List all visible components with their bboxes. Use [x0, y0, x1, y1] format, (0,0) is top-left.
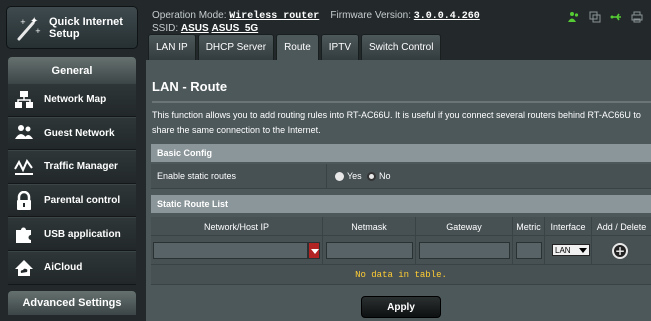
gateway-input[interactable]: [419, 242, 510, 259]
metric-cell: [513, 236, 545, 265]
tab-iptv[interactable]: IPTV: [320, 34, 359, 60]
tab-lan-ip[interactable]: LAN IP: [148, 34, 196, 60]
traffic-manager-icon: [13, 156, 35, 178]
tab-route[interactable]: Route: [276, 34, 319, 60]
lock-icon: [13, 190, 35, 212]
page-title: LAN - Route: [152, 79, 228, 94]
enable-static-routes-row: Enable static routes Yes No: [151, 164, 651, 189]
col-gateway: Gateway: [416, 217, 513, 236]
add-route-button[interactable]: +: [612, 243, 628, 259]
add-delete-cell: +: [592, 236, 651, 265]
sidebar-item-traffic-manager[interactable]: Traffic Manager: [8, 150, 136, 184]
main-panel: LAN - Route This function allows you to …: [146, 60, 651, 321]
sidebar-item-parental-control[interactable]: Parental control: [8, 183, 136, 218]
quick-setup-label: Quick Internet Setup: [49, 15, 123, 40]
static-route-list-header: Static Route List: [151, 195, 651, 213]
operation-mode-line: Operation Mode: Wireless router Firmware…: [152, 10, 480, 22]
cloud-home-icon: [13, 257, 35, 279]
ssid-2g-link[interactable]: ASUS: [181, 23, 209, 34]
advanced-settings-header: Advanced Settings: [8, 291, 136, 315]
radio-yes-label: Yes: [347, 171, 362, 181]
sidebar-nav: Network Map Guest Network Traffic Manage…: [8, 83, 136, 285]
row-divider: [326, 164, 327, 189]
netmask-input[interactable]: [326, 242, 413, 259]
network-ip-dropdown-button[interactable]: [308, 242, 320, 259]
static-routes-no-radio[interactable]: No: [367, 171, 391, 181]
firmware-link[interactable]: 3.0.0.4.260: [414, 11, 480, 22]
sidebar-item-label: AiCloud: [44, 262, 83, 274]
sidebar-item-guest-network[interactable]: Guest Network: [8, 116, 136, 151]
sidebar: ✦ + + Quick Internet Setup General Netwo…: [0, 0, 144, 321]
sidebar-item-label: Parental control: [44, 195, 121, 207]
network-map-icon: [13, 89, 35, 111]
network-host-ip-input[interactable]: [153, 242, 308, 259]
sidebar-item-label: Guest Network: [44, 127, 115, 139]
ssid-line: SSID: ASUS ASUS_5G: [152, 23, 258, 34]
status-icons: [568, 10, 643, 23]
sidebar-item-label: USB application: [44, 228, 121, 240]
basic-config-header: Basic Config: [151, 144, 651, 162]
col-interface: Interface: [545, 217, 592, 236]
ssid-5g-link[interactable]: ASUS_5G: [211, 23, 258, 34]
radio-no-label: No: [379, 171, 391, 181]
title-divider: [152, 101, 651, 103]
op-mode-link[interactable]: Wireless router: [229, 11, 319, 22]
sidebar-item-label: Network Map: [44, 94, 107, 106]
tab-bar: LAN IP DHCP Server Route IPTV Switch Con…: [148, 34, 442, 60]
sidebar-item-aicloud[interactable]: AiCloud: [8, 250, 136, 285]
tab-switch-control[interactable]: Switch Control: [361, 34, 442, 60]
col-netmask: Netmask: [323, 217, 416, 236]
general-section-header: General: [8, 57, 136, 84]
usb-icon[interactable]: [610, 10, 622, 22]
gateway-cell: [416, 236, 513, 265]
sidebar-item-network-map[interactable]: Network Map: [8, 83, 136, 117]
svg-text:✦: ✦: [30, 16, 38, 27]
col-metric: Metric: [513, 217, 545, 236]
sidebar-item-label: Traffic Manager: [44, 161, 118, 173]
guest-network-icon: [13, 122, 35, 144]
route-list-column-headers: Network/Host IP Netmask Gateway Metric I…: [151, 217, 651, 236]
top-header: Operation Mode: Wireless router Firmware…: [144, 0, 651, 60]
tab-dhcp-server[interactable]: DHCP Server: [197, 34, 275, 60]
quick-internet-setup-button[interactable]: ✦ + + Quick Internet Setup: [6, 6, 138, 49]
puzzle-icon: [13, 223, 35, 245]
apply-button[interactable]: Apply: [361, 296, 441, 318]
page-description: This function allows you to add routing …: [152, 110, 641, 135]
static-routes-yes-radio[interactable]: Yes: [335, 171, 362, 181]
op-mode-label: Operation Mode:: [152, 10, 227, 21]
col-add-delete: Add / Delete: [596, 221, 647, 232]
magic-wand-icon: ✦ + +: [13, 13, 43, 43]
interface-select[interactable]: LAN: [552, 244, 590, 256]
enable-static-routes-label: Enable static routes: [157, 171, 237, 181]
network-ip-cell: [151, 236, 323, 265]
col-network-host-ip: Network/Host IP: [151, 217, 323, 236]
netmask-cell: [323, 236, 416, 265]
route-input-row: LAN +: [151, 236, 651, 265]
ssid-label: SSID:: [152, 23, 179, 34]
radio-yes-dot: [335, 171, 344, 181]
copy-icon[interactable]: [589, 10, 601, 23]
firmware-label: Firmware Version:: [330, 10, 411, 21]
sidebar-item-usb-application[interactable]: USB application: [8, 217, 136, 251]
interface-cell: LAN: [545, 236, 592, 265]
svg-text:+: +: [35, 27, 41, 35]
radio-no-dot: [367, 171, 376, 181]
empty-table-message: No data in table.: [151, 265, 651, 285]
metric-input[interactable]: [516, 242, 542, 259]
users-icon[interactable]: [568, 10, 580, 22]
printer-icon[interactable]: [631, 10, 643, 23]
svg-text:+: +: [20, 18, 26, 26]
